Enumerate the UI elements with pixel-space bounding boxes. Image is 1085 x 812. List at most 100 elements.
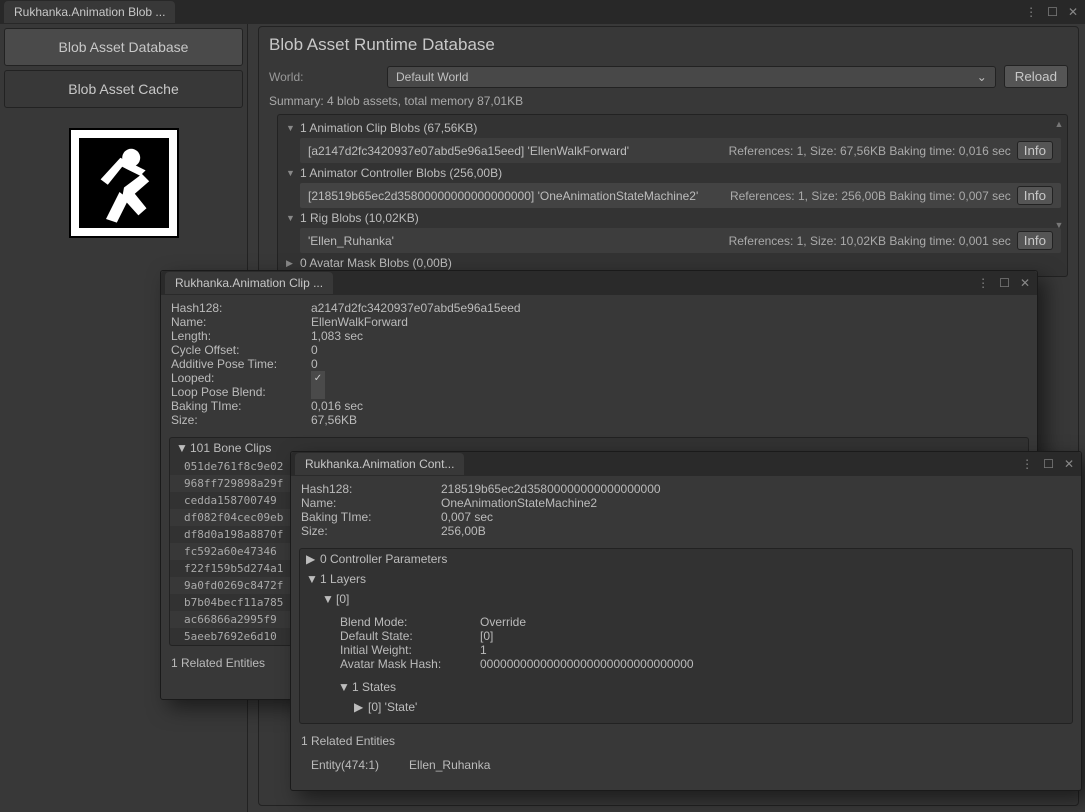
prop-key: Name: <box>171 315 311 329</box>
maximize-icon[interactable]: ☐ <box>1044 5 1061 19</box>
prop-value: Override <box>480 615 526 629</box>
prop-key: Size: <box>171 413 311 427</box>
prop-key: Cycle Offset: <box>171 343 311 357</box>
blob-name: [218519b65ec2d35800000000000000000] 'One… <box>308 189 698 203</box>
panel-title: Blob Asset Runtime Database <box>269 35 1068 55</box>
layers-label: 1 Layers <box>320 572 366 586</box>
prop-value: 218519b65ec2d35800000000000000000 <box>441 482 661 496</box>
triangle-open-icon: ▼ <box>286 168 296 178</box>
states-label: 1 States <box>352 680 396 694</box>
prop-value: 0,007 sec <box>441 510 493 524</box>
ctrl-tree: ▶ 0 Controller Parameters ▼ 1 Layers ▼ [… <box>299 548 1073 724</box>
entity-row[interactable]: Entity(474:1) Ellen_Ruhanka <box>291 754 1081 776</box>
ctrl-layers-header[interactable]: ▼ 1 Layers <box>300 569 1072 589</box>
checkbox-checked[interactable]: ✓ <box>311 371 325 385</box>
scrollbar[interactable]: ▲ ▼ <box>1053 119 1065 272</box>
triangle-open-icon: ▼ <box>286 213 296 223</box>
triangle-open-icon: ▼ <box>176 441 186 455</box>
group-label: 0 Avatar Mask Blobs (0,00B) <box>300 256 452 270</box>
checkbox-unchecked[interactable] <box>311 385 325 399</box>
info-button[interactable]: Info <box>1017 231 1053 250</box>
layer-0-header[interactable]: ▼ [0] <box>300 589 1072 609</box>
clip-properties: Hash128:a2147d2fc3420937e07abd5e96a15eed… <box>161 295 1037 433</box>
prop-value: 0 <box>311 343 318 357</box>
state-0[interactable]: ▶ [0] 'State' <box>300 697 1072 717</box>
tree-group-animator-controller[interactable]: ▼ 1 Animator Controller Blobs (256,00B) <box>278 164 1067 182</box>
bones-header-label: 101 Bone Clips <box>190 441 271 455</box>
blob-tree: ▼ 1 Animation Clip Blobs (67,56KB) [a214… <box>277 114 1068 277</box>
triangle-closed-icon: ▶ <box>354 700 364 714</box>
blob-row[interactable]: [a2147d2fc3420937e07abd5e96a15eed] 'Elle… <box>300 138 1061 163</box>
prop-key: Blend Mode: <box>340 615 480 629</box>
world-select[interactable]: Default World ⌄ <box>387 66 996 88</box>
kebab-icon[interactable]: ⋮ <box>1022 5 1040 19</box>
prop-value: a2147d2fc3420937e07abd5e96a15eed <box>311 301 521 315</box>
close-icon[interactable]: ✕ <box>1017 276 1033 290</box>
logo <box>69 128 179 238</box>
prop-value: 1 <box>480 643 487 657</box>
triangle-closed-icon: ▶ <box>306 552 316 566</box>
animator-controller-panel: Rukhanka.Animation Cont... ⋮ ☐ ✕ Hash128… <box>290 451 1082 791</box>
triangle-closed-icon: ▶ <box>286 258 296 269</box>
info-button[interactable]: Info <box>1017 141 1053 160</box>
triangle-open-icon: ▼ <box>322 592 332 606</box>
blob-name: 'Ellen_Ruhanka' <box>308 234 394 248</box>
maximize-icon[interactable]: ☐ <box>996 276 1013 290</box>
states-header[interactable]: ▼ 1 States <box>300 677 1072 697</box>
main-tab[interactable]: Rukhanka.Animation Blob ... <box>4 1 175 23</box>
world-value: Default World <box>396 70 468 84</box>
group-label: 1 Animation Clip Blobs (67,56KB) <box>300 121 477 135</box>
prop-key: Size: <box>301 524 441 538</box>
prop-key: Additive Pose Time: <box>171 357 311 371</box>
prop-value: 67,56KB <box>311 413 357 427</box>
reload-button[interactable]: Reload <box>1004 65 1068 88</box>
tree-group-animation-clip[interactable]: ▼ 1 Animation Clip Blobs (67,56KB) <box>278 119 1067 137</box>
prop-key: Baking TIme: <box>171 399 311 413</box>
prop-key: Loop Pose Blend: <box>171 385 311 399</box>
close-icon[interactable]: ✕ <box>1061 457 1077 471</box>
entity-id: Entity(474:1) <box>311 758 379 772</box>
kebab-icon[interactable]: ⋮ <box>1018 457 1036 471</box>
ctrl-related-entities: 1 Related Entities <box>291 728 1081 754</box>
prop-value: 0,016 sec <box>311 399 363 413</box>
world-label: World: <box>269 70 379 84</box>
entity-name: Ellen_Ruhanka <box>409 758 490 772</box>
prop-value: 1,083 sec <box>311 329 363 343</box>
prop-key: Hash128: <box>301 482 441 496</box>
scroll-up-icon[interactable]: ▲ <box>1053 119 1065 129</box>
maximize-icon[interactable]: ☐ <box>1040 457 1057 471</box>
triangle-open-icon: ▼ <box>286 123 296 133</box>
kebab-icon[interactable]: ⋮ <box>974 276 992 290</box>
prop-key: Looped: <box>171 371 311 385</box>
group-label: 1 Rig Blobs (10,02KB) <box>300 211 419 225</box>
chevron-down-icon: ⌄ <box>977 70 987 84</box>
prop-key: Avatar Mask Hash: <box>340 657 480 671</box>
params-label: 0 Controller Parameters <box>320 552 447 566</box>
sidebar-btn-database[interactable]: Blob Asset Database <box>4 28 243 66</box>
prop-key: Name: <box>301 496 441 510</box>
triangle-open-icon: ▼ <box>306 572 316 586</box>
ctrl-properties: Hash128:218519b65ec2d3580000000000000000… <box>291 476 1081 544</box>
prop-key: Hash128: <box>171 301 311 315</box>
info-button[interactable]: Info <box>1017 186 1053 205</box>
summary-text: Summary: 4 blob assets, total memory 87,… <box>269 94 1068 108</box>
group-label: 1 Animator Controller Blobs (256,00B) <box>300 166 502 180</box>
scroll-down-icon[interactable]: ▼ <box>1053 220 1065 230</box>
prop-key: Baking TIme: <box>301 510 441 524</box>
close-icon[interactable]: ✕ <box>1065 5 1081 19</box>
sidebar-btn-cache[interactable]: Blob Asset Cache <box>4 70 243 108</box>
ctrl-panel-tab[interactable]: Rukhanka.Animation Cont... <box>295 453 464 475</box>
blob-meta: References: 1, Size: 67,56KB Baking time… <box>729 144 1011 158</box>
blob-row[interactable]: [218519b65ec2d35800000000000000000] 'One… <box>300 183 1061 208</box>
blob-meta: References: 1, Size: 256,00B Baking time… <box>730 189 1011 203</box>
clip-panel-tab[interactable]: Rukhanka.Animation Clip ... <box>165 272 333 294</box>
prop-key: Length: <box>171 329 311 343</box>
tree-group-rig[interactable]: ▼ 1 Rig Blobs (10,02KB) <box>278 209 1067 227</box>
prop-value: [0] <box>480 629 493 643</box>
prop-value: 00000000000000000000000000000000 <box>480 657 694 671</box>
prop-value: OneAnimationStateMachine2 <box>441 496 597 510</box>
blob-meta: References: 1, Size: 10,02KB Baking time… <box>729 234 1011 248</box>
prop-key: Default State: <box>340 629 480 643</box>
ctrl-params-header[interactable]: ▶ 0 Controller Parameters <box>300 549 1072 569</box>
blob-row[interactable]: 'Ellen_Ruhanka' References: 1, Size: 10,… <box>300 228 1061 253</box>
